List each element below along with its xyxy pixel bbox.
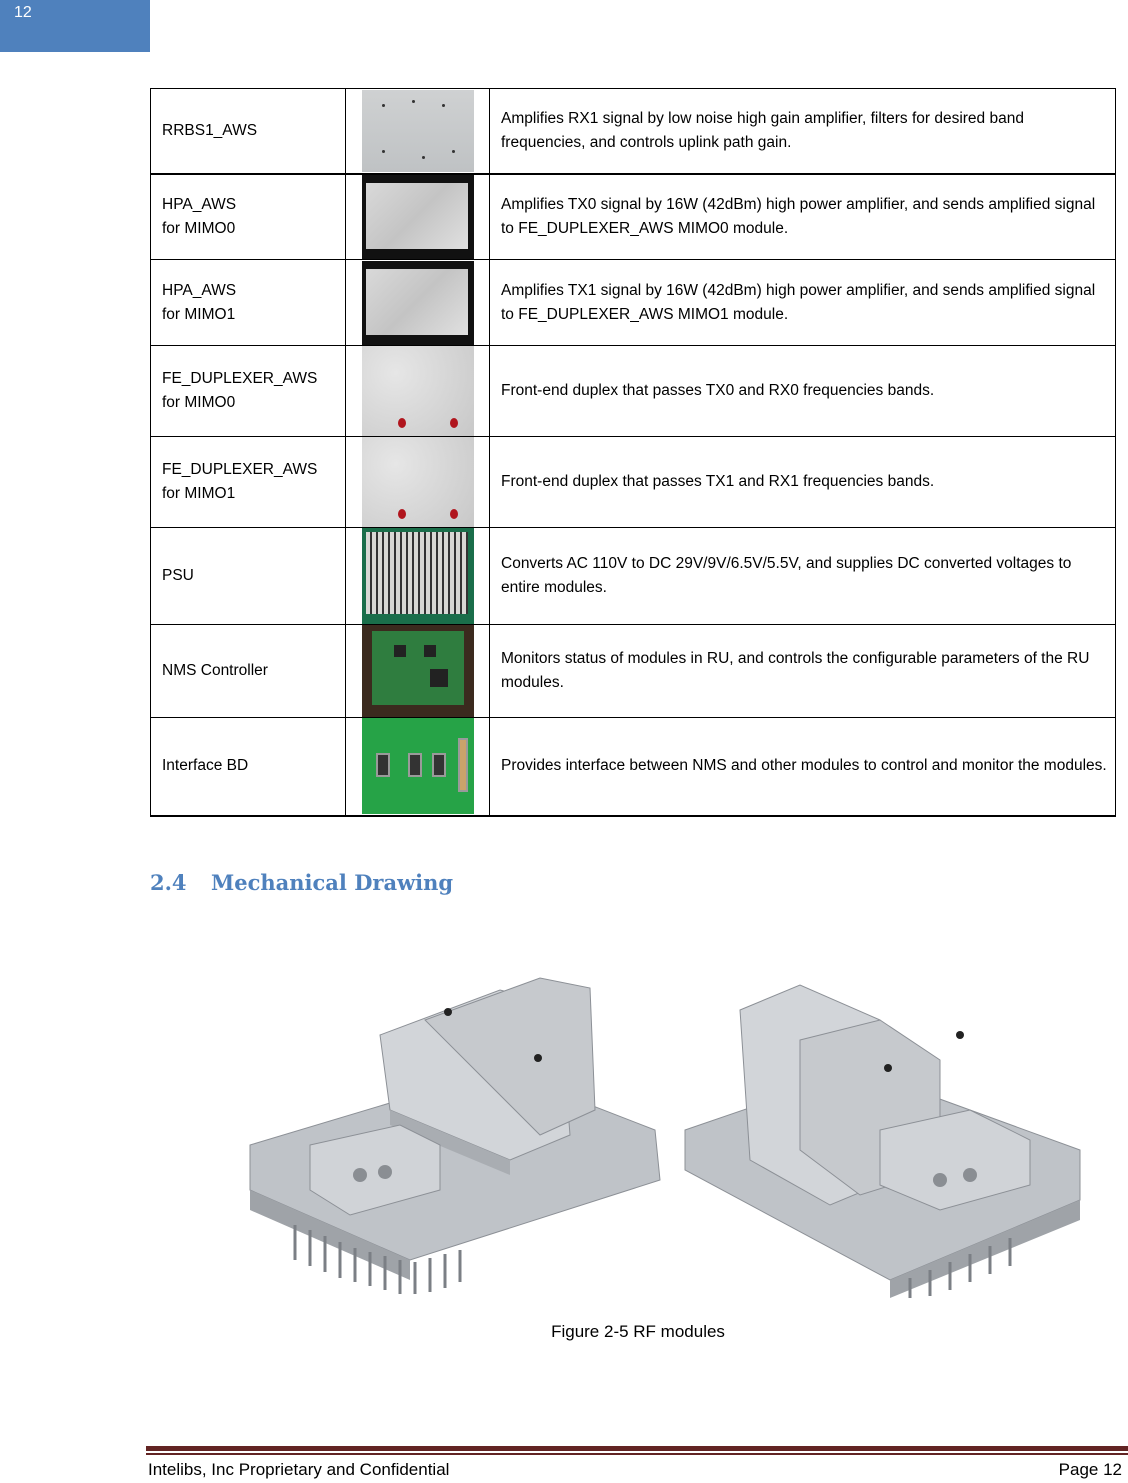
module-photo-cell	[345, 173, 490, 260]
module-photo-cell	[345, 717, 490, 817]
table-row: HPA_AWS for MIMO1 Amplifies TX1 signal b…	[150, 259, 1116, 346]
footer-rule-thin	[146, 1453, 1128, 1455]
module-name-cell: HPA_AWS for MIMO0	[150, 173, 346, 260]
hpa-aws-mimo1-module-photo	[361, 260, 474, 345]
nms-controller-photo	[361, 625, 474, 717]
footer-confidentiality-notice: Intelibs, Inc Proprietary and Confidenti…	[148, 1460, 450, 1479]
table-row: PSU Converts AC 110V to DC 29V/9V/6.5V/5…	[150, 527, 1116, 625]
figure-caption: Figure 2-5 RF modules	[551, 1322, 725, 1341]
module-photo-cell	[345, 345, 490, 437]
module-description: Monitors status of modules in RU, and co…	[489, 624, 1116, 718]
module-name: HPA_AWS	[162, 281, 237, 299]
duplexer-mimo0-module-photo	[361, 346, 474, 436]
module-description: Converts AC 110V to DC 29V/9V/6.5V/5.5V,…	[489, 527, 1116, 625]
module-name-cell: FE_DUPLEXER_AWS for MIMO1	[150, 436, 346, 528]
module-name-cell: HPA_AWS for MIMO1	[150, 259, 346, 346]
module-photo-cell	[345, 88, 490, 175]
module-name-cell: NMS Controller	[150, 624, 346, 718]
rf-unit-left	[249, 977, 661, 1294]
rf-unit-right	[684, 984, 1081, 1298]
rf-modules-mechanical-drawing	[249, 977, 1081, 1298]
module-name: NMS Controller	[162, 662, 268, 679]
module-name: RRBS1_AWS	[162, 121, 258, 139]
module-photo-cell	[345, 259, 490, 346]
section-title: Mechanical Drawing	[211, 870, 454, 895]
module-variant: for MIMO0	[162, 219, 236, 237]
module-description: Provides interface between NMS and other…	[489, 717, 1116, 817]
module-name: FE_DUPLEXER_AWS	[162, 461, 318, 478]
module-photo-cell	[345, 624, 490, 718]
section-heading: 2.4 Mechanical Drawing	[150, 870, 453, 895]
module-variant: for MIMO0	[162, 394, 236, 411]
table-row: FE_DUPLEXER_AWS for MIMO0 Front-end dupl…	[150, 345, 1116, 437]
hpa-aws-mimo0-module-photo	[361, 174, 474, 259]
module-name-cell: FE_DUPLEXER_AWS for MIMO0	[150, 345, 346, 437]
module-name-cell: PSU	[150, 527, 346, 625]
interface-board-photo	[361, 718, 474, 815]
table-row: Interface BD Provides interface between …	[150, 717, 1116, 817]
module-variant: for MIMO1	[162, 485, 236, 502]
module-name: FE_DUPLEXER_AWS	[162, 370, 318, 387]
page-number-tab-label: 12	[14, 4, 32, 21]
module-description: Front-end duplex that passes TX1 and RX1…	[489, 436, 1116, 528]
module-name: HPA_AWS	[162, 195, 237, 213]
module-description: Amplifies TX0 signal by 16W (42dBm) high…	[489, 173, 1116, 260]
module-photo-cell	[345, 527, 490, 625]
duplexer-mimo1-module-photo	[361, 437, 474, 527]
module-description: Front-end duplex that passes TX0 and RX0…	[489, 345, 1116, 437]
table-row: FE_DUPLEXER_AWS for MIMO1 Front-end dupl…	[150, 436, 1116, 528]
module-name: PSU	[162, 567, 194, 584]
module-description: Amplifies RX1 signal by low noise high g…	[489, 88, 1116, 175]
module-name-cell: Interface BD	[150, 717, 346, 817]
module-description: Amplifies TX1 signal by 16W (42dBm) high…	[489, 259, 1116, 346]
footer-page-number: Page 12	[1058, 1460, 1122, 1479]
module-table: RRBS1_AWS Amplifies RX1 signal by low no…	[150, 88, 1116, 817]
module-name-cell: RRBS1_AWS	[150, 88, 346, 175]
table-row: HPA_AWS for MIMO0 Amplifies TX0 signal b…	[150, 173, 1116, 260]
table-row: NMS Controller Monitors status of module…	[150, 624, 1116, 718]
footer-rule	[146, 1446, 1128, 1451]
table-row: RRBS1_AWS Amplifies RX1 signal by low no…	[150, 88, 1116, 175]
section-number: 2.4	[150, 870, 187, 895]
module-variant: for MIMO1	[162, 305, 236, 323]
psu-module-photo	[361, 528, 474, 624]
module-name: Interface BD	[162, 757, 249, 775]
module-photo-cell	[345, 436, 490, 528]
page-number-tab: 12	[0, 0, 150, 52]
rrbs1-aws-module-photo	[361, 89, 474, 172]
